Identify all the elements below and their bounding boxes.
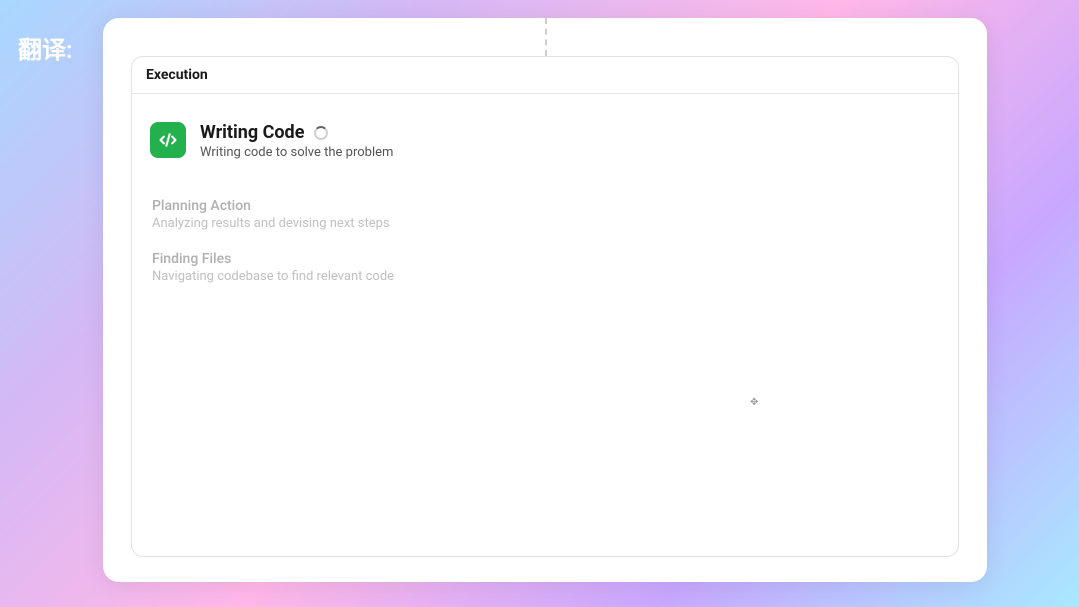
step-inactive: Planning Action Analyzing results and de… (150, 198, 940, 231)
step-active-description: Writing code to solve the problem (200, 145, 940, 160)
outer-panel: Execution Writing Code Writing code (103, 18, 987, 582)
card-title: Execution (146, 67, 944, 83)
step-inactive-title: Finding Files (152, 251, 940, 267)
loading-spinner-icon (314, 126, 328, 140)
execution-card: Execution Writing Code Writing code (131, 56, 959, 557)
cursor-indicator-icon: ✥ (750, 397, 758, 405)
code-icon (150, 122, 186, 158)
step-active-title: Writing Code (200, 122, 304, 143)
translation-label: 翻译: (18, 30, 73, 65)
step-inactive-description: Analyzing results and devising next step… (152, 216, 940, 231)
step-active: Writing Code Writing code to solve the p… (150, 122, 940, 160)
step-inactive: Finding Files Navigating codebase to fin… (150, 251, 940, 284)
step-inactive-title: Planning Action (152, 198, 940, 214)
step-inactive-description: Navigating codebase to find relevant cod… (152, 269, 940, 284)
card-header: Execution (132, 57, 958, 94)
step-active-title-row: Writing Code (200, 122, 940, 143)
card-body: Writing Code Writing code to solve the p… (132, 94, 958, 322)
step-active-content: Writing Code Writing code to solve the p… (200, 122, 940, 160)
connector-line (545, 18, 547, 56)
